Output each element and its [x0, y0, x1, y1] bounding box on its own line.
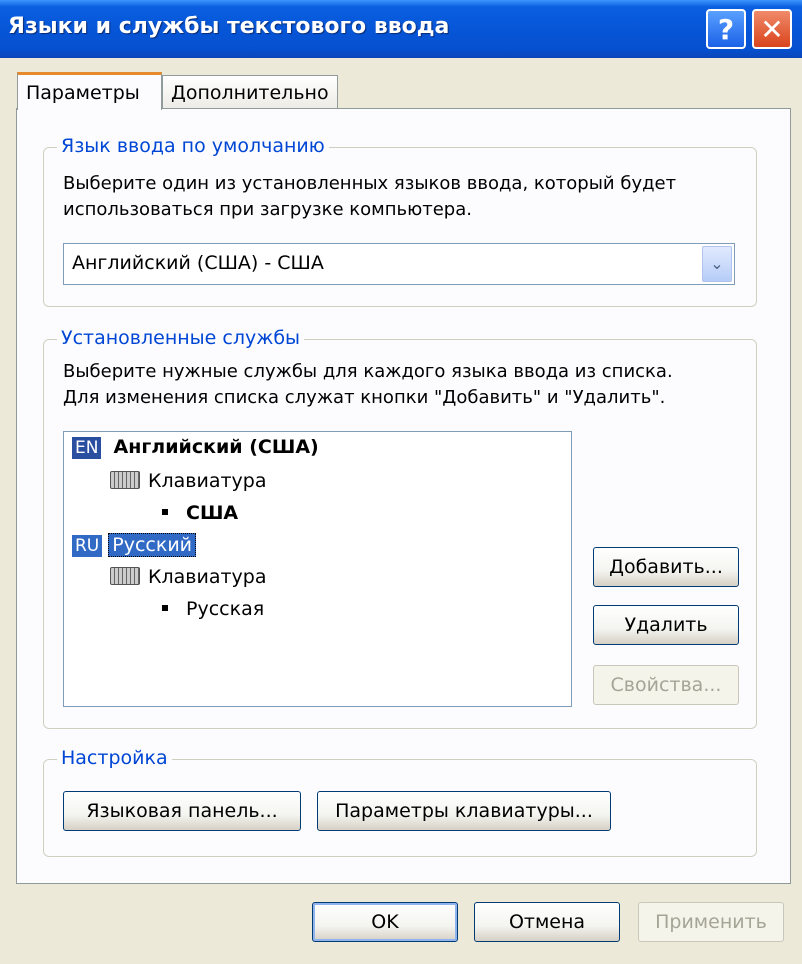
question-mark-icon: ?	[717, 12, 735, 46]
tab-parameters[interactable]: Параметры	[17, 72, 162, 110]
settings-legend: Настройка	[57, 747, 172, 769]
default-language-select[interactable]: Английский (США) - США ⌄	[63, 243, 735, 285]
tab-advanced[interactable]: Дополнительно	[162, 75, 338, 109]
services-tree[interactable]: EN Английский (США) Клавиатура США RU Рус…	[63, 431, 572, 707]
en-language-icon: EN	[72, 437, 102, 459]
tree-item-russian-keyboard-label: Клавиатура	[148, 566, 267, 588]
chevron-down-icon[interactable]: ⌄	[702, 246, 732, 282]
window-title: Языки и службы текстового ввода	[8, 14, 450, 39]
installed-services-legend: Установленные службы	[57, 327, 305, 349]
bullet-icon	[162, 509, 168, 515]
keyboard-icon	[110, 567, 140, 585]
tree-item-russian-label: Русский	[108, 533, 197, 557]
tree-item-russian[interactable]: RU Русский	[72, 533, 197, 557]
installed-services-description-2: Для изменения списка служат кнопки "Доба…	[63, 387, 666, 408]
add-button[interactable]: Добавить...	[593, 547, 739, 587]
tree-item-english-label: Английский (США)	[113, 436, 319, 458]
bullet-icon	[162, 605, 168, 611]
default-language-value: Английский (США) - США	[72, 252, 324, 274]
tree-item-english[interactable]: EN Английский (США)	[72, 436, 319, 459]
default-language-description-2: использоваться при загрузке компьютера.	[63, 199, 472, 220]
default-language-legend: Язык ввода по умолчанию	[57, 135, 329, 157]
tree-item-english-keyboard-label: Клавиатура	[148, 470, 267, 492]
tree-item-english-keyboard[interactable]: Клавиатура	[110, 470, 266, 492]
keyboard-settings-button[interactable]: Параметры клавиатуры...	[317, 791, 611, 831]
cancel-button[interactable]: Отмена	[474, 902, 620, 942]
keyboard-icon	[110, 471, 140, 489]
ok-button[interactable]: OK	[312, 902, 458, 942]
language-bar-button[interactable]: Языковая панель...	[63, 791, 301, 831]
default-language-description-1: Выберите один из установленных языков вв…	[63, 173, 677, 194]
tree-item-russian-layout[interactable]: Русская	[162, 598, 264, 620]
tab-panel: Язык ввода по умолчанию Выберите один из…	[16, 108, 791, 884]
tree-item-russian-keyboard[interactable]: Клавиатура	[110, 566, 266, 588]
close-button[interactable]: ✕	[752, 9, 792, 49]
tree-item-english-layout-label: США	[186, 502, 239, 524]
help-button[interactable]: ?	[706, 9, 746, 49]
tree-item-russian-layout-label: Русская	[186, 598, 265, 620]
close-icon: ✕	[760, 12, 784, 46]
title-bar: Языки и службы текстового ввода ? ✕	[0, 0, 802, 58]
remove-button[interactable]: Удалить	[593, 605, 739, 645]
properties-button[interactable]: Свойства...	[593, 665, 739, 705]
installed-services-description-1: Выберите нужные службы для каждого языка…	[63, 361, 673, 382]
apply-button[interactable]: Применить	[638, 902, 784, 942]
tree-item-english-layout[interactable]: США	[162, 502, 238, 524]
ru-language-icon: RU	[72, 535, 103, 557]
